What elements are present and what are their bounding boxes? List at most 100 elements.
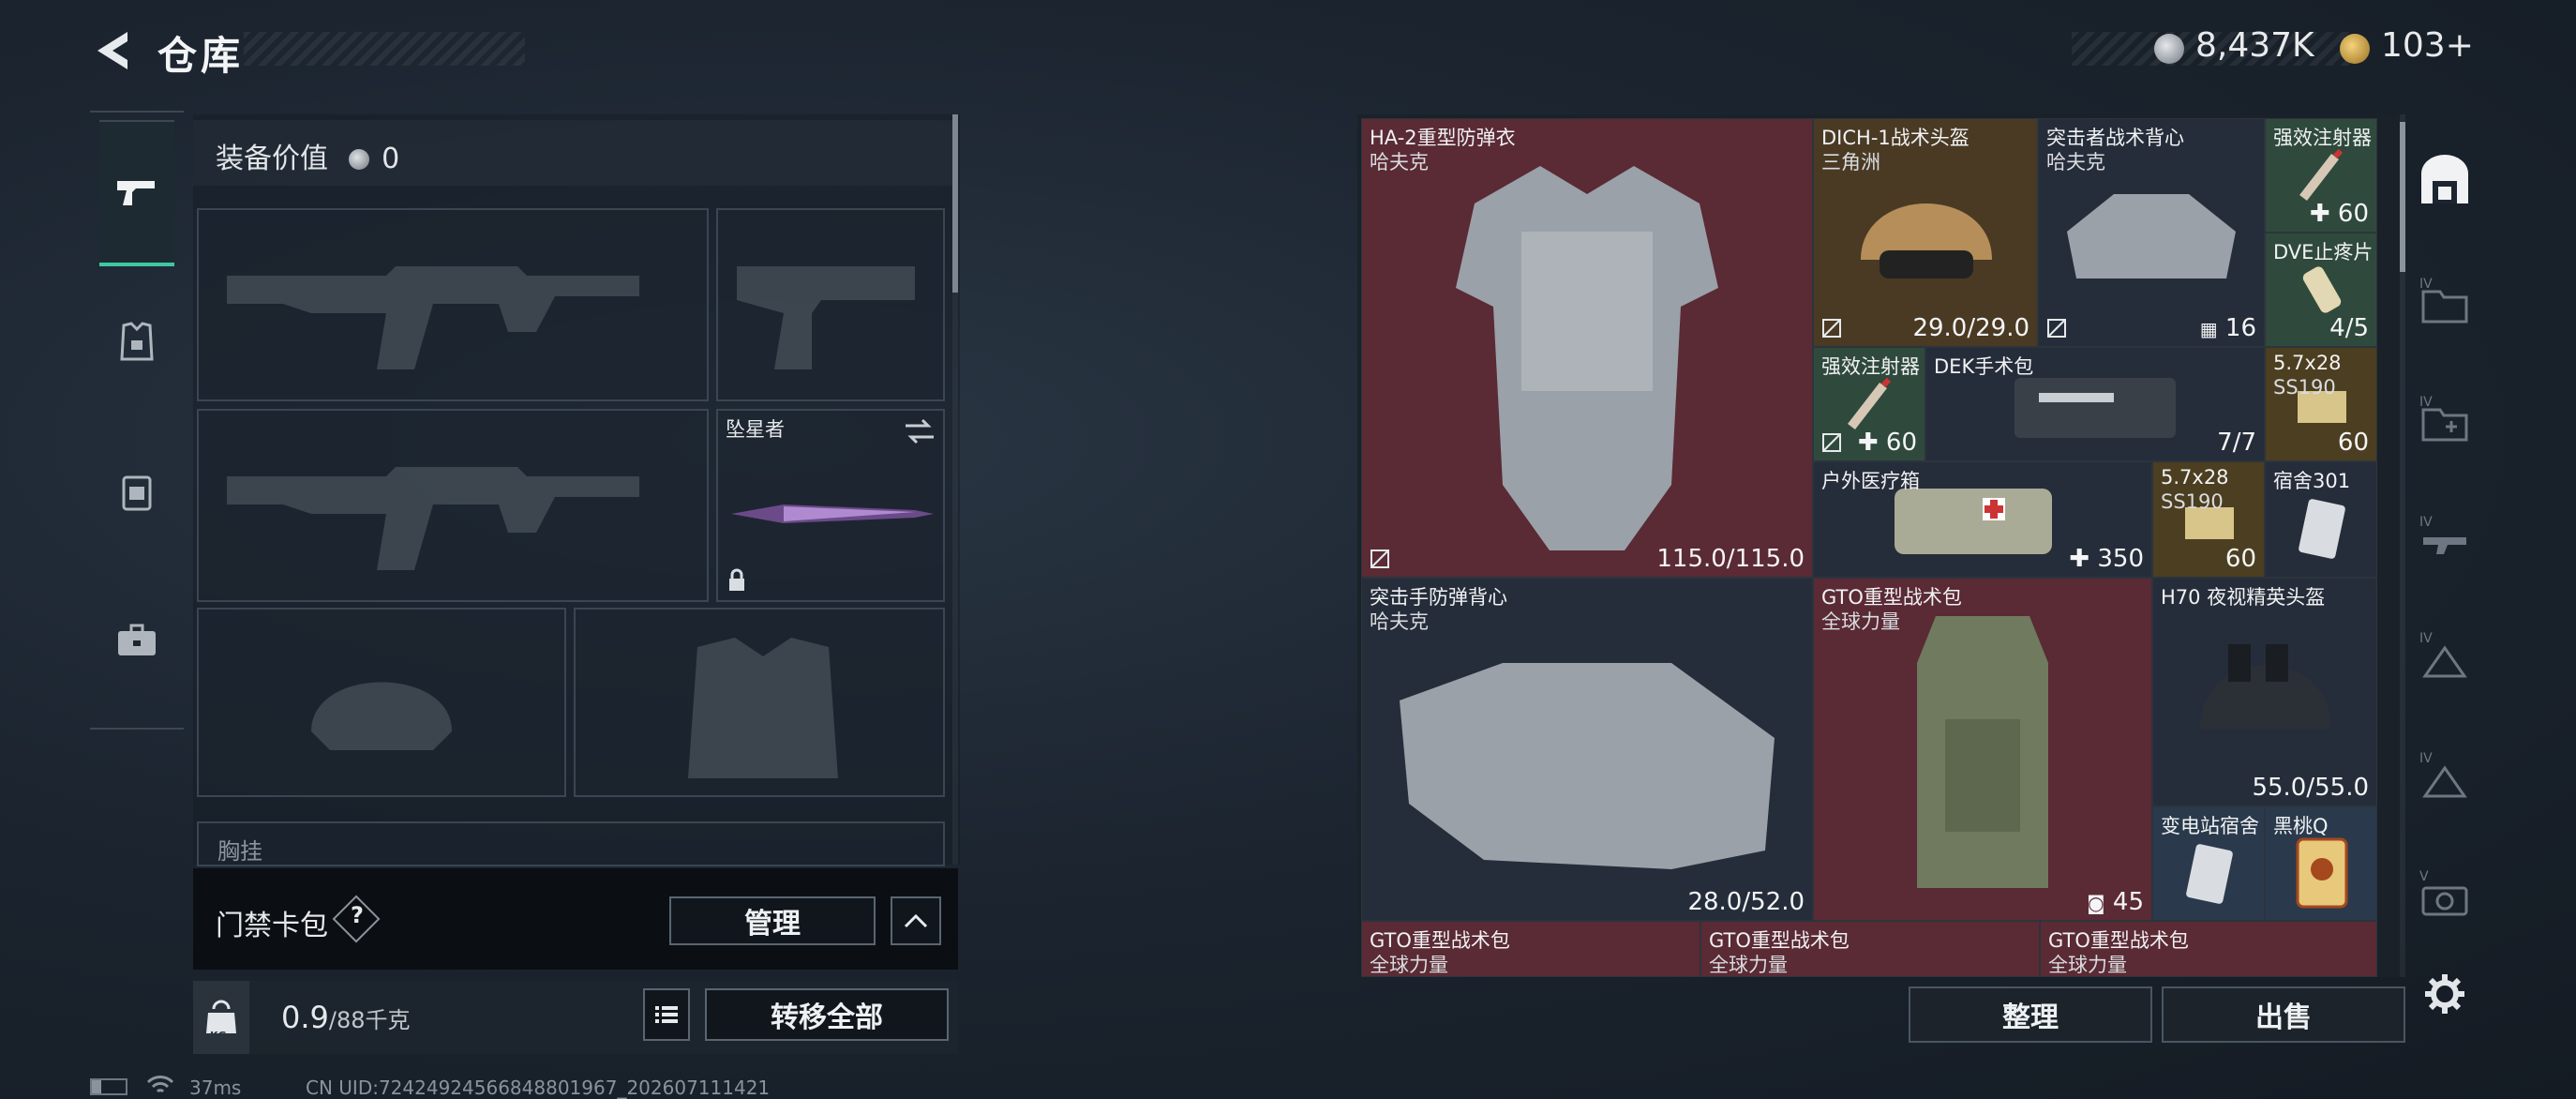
item-capacity-value: 45 bbox=[2112, 888, 2144, 916]
swap-icon[interactable] bbox=[904, 418, 936, 444]
grid-item[interactable]: GTO重型战术包 全球力量 bbox=[2040, 921, 2377, 977]
grid-item[interactable]: 变电站宿舍 bbox=[2152, 806, 2265, 921]
item-count: 60 bbox=[2224, 545, 2256, 573]
item-uses-value: 60 bbox=[2337, 200, 2369, 228]
item-count: 60 bbox=[2337, 429, 2369, 457]
grid-item[interactable]: H70 夜视精英头盔 55.0/55.0 bbox=[2152, 578, 2377, 806]
item-name: 宿舍301 bbox=[2273, 470, 2351, 492]
chest-rig-slot[interactable]: 胸挂 bbox=[197, 821, 945, 866]
grid-item[interactable]: GTO重型战术包 全球力量 ◙ 45 bbox=[1813, 578, 2152, 921]
uid-readout: CN UID:72424924566848801967_202607111421 bbox=[306, 1076, 771, 1099]
grid-item[interactable]: GTO重型战术包 全球力量 bbox=[1700, 921, 2040, 977]
currency-gold-amount[interactable]: 103+ bbox=[2381, 26, 2474, 65]
item-durability: 55.0/55.0 bbox=[2252, 774, 2369, 802]
battery-icon bbox=[90, 1078, 127, 1095]
help-icon[interactable]: ? bbox=[343, 902, 371, 928]
item-uses: ✚ 60 bbox=[2309, 200, 2369, 228]
grid-item[interactable]: DICH-1战术头盔 三角洲 29.0/29.0 bbox=[1813, 118, 2038, 347]
tactical-vest-icon bbox=[2067, 194, 2236, 279]
grid-item[interactable]: GTO重型战术包 全球力量 bbox=[1361, 921, 1700, 977]
tab-weapons[interactable] bbox=[99, 120, 174, 266]
gold-coin-icon bbox=[2340, 34, 2370, 64]
rail-item-triangle-2[interactable]: IV bbox=[2411, 743, 2479, 810]
access-card-pack-label: 门禁卡包 bbox=[216, 910, 328, 942]
grid-item[interactable]: DEK手术包 7/7 bbox=[1925, 347, 2265, 461]
silver-coin-icon bbox=[2154, 34, 2184, 64]
gear-icon bbox=[2425, 974, 2464, 1014]
pistol-silhouette-icon bbox=[737, 266, 915, 369]
helmet-slot[interactable] bbox=[197, 608, 566, 797]
melee-slot[interactable]: 坠星者 bbox=[716, 409, 945, 602]
back-arrow-icon[interactable] bbox=[90, 28, 135, 73]
grid-item[interactable]: 5.7x28 SS190 60 bbox=[2152, 461, 2265, 578]
armor-slot[interactable] bbox=[574, 608, 945, 797]
item-uses: ✚ 60 bbox=[1857, 429, 1917, 457]
grid-item[interactable]: 黑桃Q bbox=[2265, 806, 2377, 921]
tab-backpack[interactable] bbox=[99, 422, 174, 563]
grid-item[interactable]: 户外医疗箱 ✚ 350 bbox=[1813, 461, 2152, 578]
item-name: DVE止疼片 bbox=[2273, 241, 2374, 263]
rail-item-safebox[interactable] bbox=[2411, 146, 2479, 214]
sell-button[interactable]: 出售 bbox=[2162, 986, 2405, 1043]
grid-item[interactable]: 强效注射器 ✚ 60 bbox=[2265, 118, 2377, 233]
item-brand: 哈夫克 bbox=[2046, 151, 2105, 173]
item-durability: 29.0/29.0 bbox=[1912, 314, 2029, 342]
tab-armor[interactable] bbox=[99, 272, 174, 413]
item-uses-value: 60 bbox=[1885, 429, 1917, 457]
rail-item-camera[interactable]: V bbox=[2411, 861, 2479, 928]
camera-tab-icon: V bbox=[2419, 869, 2468, 916]
rail-item-rifle[interactable]: IV bbox=[2411, 506, 2479, 574]
item-name: 5.7x28 bbox=[2273, 352, 2342, 374]
grid-item[interactable]: DVE止疼片 4/5 bbox=[2265, 233, 2377, 347]
grid-item[interactable]: 宿舍301 bbox=[2265, 461, 2377, 578]
loadout-scroll-thumb[interactable] bbox=[952, 114, 958, 293]
item-name: 黑桃Q bbox=[2273, 815, 2329, 837]
rail-item-triangle-1[interactable]: IV bbox=[2411, 623, 2479, 690]
rifle-silhouette-icon bbox=[227, 467, 639, 570]
night-vision-helmet-icon bbox=[2200, 644, 2331, 729]
body-armor-icon bbox=[1456, 166, 1718, 550]
item-durability: 28.0/52.0 bbox=[1687, 888, 1805, 916]
add-folder-icon: IV bbox=[2419, 395, 2468, 442]
transfer-all-button[interactable]: 转移全部 bbox=[705, 988, 949, 1041]
manage-button[interactable]: 管理 bbox=[669, 896, 876, 945]
primary-weapon-slot[interactable] bbox=[197, 208, 709, 401]
item-uses: 7/7 bbox=[2217, 429, 2256, 457]
settings-button[interactable] bbox=[2411, 960, 2479, 1028]
secondary-weapon-slot[interactable] bbox=[197, 409, 709, 602]
grid-item[interactable]: 强效注射器 ✚ 60 bbox=[1813, 347, 1925, 461]
stash-scroll-thumb[interactable] bbox=[2400, 122, 2405, 272]
rail-item-add-folder[interactable]: IV bbox=[2411, 386, 2479, 454]
title-decoration bbox=[244, 32, 525, 66]
expand-button[interactable] bbox=[891, 896, 941, 945]
item-uses: ✚ 350 bbox=[2069, 545, 2144, 573]
item-name: 变电站宿舍 bbox=[2161, 815, 2259, 837]
rail-item-folder[interactable]: IV bbox=[2411, 268, 2479, 336]
item-capacity: ▦ 16 bbox=[2200, 314, 2256, 342]
item-name: 户外医疗箱 bbox=[1821, 470, 1920, 492]
item-capacity: ◙ 45 bbox=[2087, 888, 2144, 916]
no-insure-icon bbox=[1822, 319, 1841, 338]
safebox-icon bbox=[2421, 155, 2468, 203]
item-name: 强效注射器 bbox=[1821, 355, 1920, 378]
list-view-button[interactable] bbox=[643, 988, 690, 1041]
sort-button[interactable]: 整理 bbox=[1909, 986, 2152, 1043]
svg-text:IV: IV bbox=[2419, 515, 2433, 530]
sidearm-slot[interactable] bbox=[716, 208, 945, 401]
chest-rig-label: 胸挂 bbox=[217, 838, 262, 865]
injector-icon bbox=[1848, 377, 1892, 430]
no-insure-icon bbox=[2047, 319, 2066, 338]
item-name: 5.7x28 bbox=[2161, 466, 2229, 489]
item-brand: 全球力量 bbox=[1821, 610, 1900, 633]
weight-current: 0.9 bbox=[281, 1000, 329, 1035]
rifle-silhouette-icon bbox=[227, 266, 639, 369]
grid-item[interactable]: HA-2重型防弹衣 哈夫克 115.0/115.0 bbox=[1361, 118, 1813, 578]
backpack-mini-icon: ◙ bbox=[2087, 892, 2105, 914]
grid-item[interactable]: 突击手防弹背心 哈夫克 28.0/52.0 bbox=[1361, 578, 1813, 921]
grid-item[interactable]: 5.7x28 SS190 60 bbox=[2265, 347, 2377, 461]
weight-icon: KG bbox=[193, 981, 249, 1054]
grid-item[interactable]: 突击者战术背心 哈夫克 ▦ 16 bbox=[2038, 118, 2265, 347]
svg-text:IV: IV bbox=[2419, 277, 2433, 292]
helmet-icon bbox=[1861, 203, 1992, 279]
tab-case[interactable] bbox=[99, 570, 174, 711]
